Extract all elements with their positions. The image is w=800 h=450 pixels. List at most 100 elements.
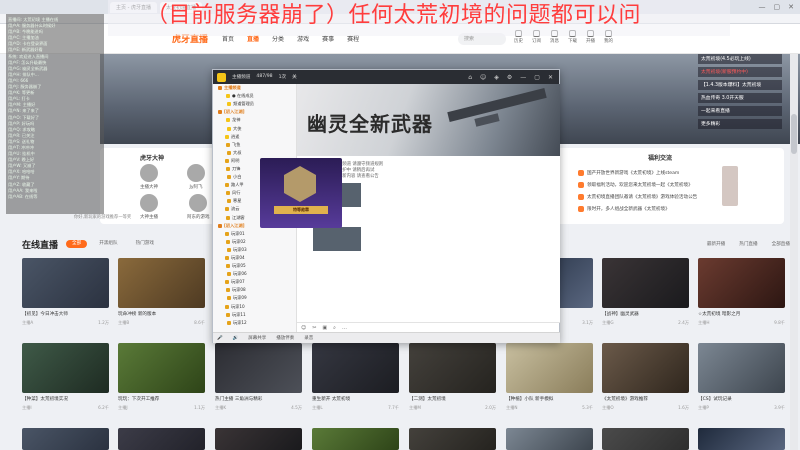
nav-item[interactable]: 直播 <box>247 36 259 43</box>
stream-thumbnail[interactable] <box>602 428 689 450</box>
stream-thumbnail[interactable] <box>409 428 496 450</box>
hero-notice[interactable]: 更多精彩 <box>698 119 782 129</box>
maximize-icon[interactable]: ▢ <box>534 74 540 81</box>
streamer-card[interactable]: Jy阿飞 <box>187 164 205 190</box>
stream-thumbnail[interactable] <box>22 428 109 450</box>
game-icon[interactable]: ◈ <box>494 74 499 81</box>
streamer-name[interactable]: 主播L <box>312 405 323 411</box>
mic-icon[interactable]: 🎤 <box>217 336 223 341</box>
stream-title[interactable]: 玩命冲榜 新的版本 <box>118 311 205 317</box>
stream-title[interactable]: 【初见】今日冲击大师 <box>22 311 109 317</box>
member-item[interactable]: 逍遥 <box>213 133 296 141</box>
stream-thumbnail[interactable] <box>409 343 496 393</box>
streamer-card[interactable]: 大神主播 <box>140 194 158 220</box>
client-avatar[interactable] <box>217 72 226 82</box>
stream-thumbnail[interactable] <box>312 343 399 393</box>
hero-notice[interactable]: 一起来看直播 <box>698 106 782 116</box>
news-item[interactable]: 太荒初境直播团队邀请《太荒初境》游戏体验活动公告 <box>578 194 697 200</box>
hero-notice[interactable]: 太荒初境(4.5必玩上线) <box>698 54 782 64</box>
chat-client-window[interactable]: 主播频道 487/98 1次关 ⌂ ☺ ◈ ⚙ — ▢ ✕ 主播频道 ● 在线成员频… <box>212 69 560 343</box>
scissors-icon[interactable]: ✂ <box>312 325 316 331</box>
stream-title[interactable]: ☆太荒初境 暗影之月 <box>698 311 785 317</box>
stream-thumbnail[interactable] <box>312 428 399 450</box>
screen-share-button[interactable]: 屏幕共享 <box>248 335 266 341</box>
stream-card[interactable]: 【初见】今日冲击大师 主播A 1.2万 <box>22 258 109 334</box>
page-scrollbar[interactable] <box>790 54 798 450</box>
scrollbar-thumb[interactable] <box>791 114 797 154</box>
streamer-name[interactable]: 主播O <box>602 405 614 411</box>
image-icon[interactable]: ▣ <box>322 325 327 331</box>
live-sort-option[interactable]: 热门直播 <box>739 241 757 247</box>
stream-title[interactable]: 【CS】试玩记录 <box>698 396 785 402</box>
news-item[interactable]: 国产开放世界新游戏《太荒初境》上线steam <box>578 170 679 176</box>
message-input-toolbar[interactable]: ☺ ✂ ▣ ⌕… <box>297 322 560 332</box>
stream-thumbnail[interactable] <box>602 343 689 393</box>
stream-thumbnail[interactable] <box>698 258 785 308</box>
streamer-name[interactable]: 主播M <box>409 405 421 411</box>
stream-card[interactable]: 玩玩：下次开工推荐 主播J 1.1万 <box>118 343 205 419</box>
stream-thumbnail[interactable] <box>506 428 593 450</box>
member-item[interactable]: 大叔 <box>213 149 296 157</box>
minimize-icon[interactable]: — <box>759 3 766 11</box>
member-group-header[interactable]: 主播频道 <box>213 84 296 92</box>
member-item[interactable]: 玩家03 <box>213 246 296 254</box>
nav-item[interactable]: 分类 <box>272 36 284 43</box>
nav-item[interactable]: 赛事 <box>322 36 334 43</box>
more-icon[interactable]: … <box>342 325 347 331</box>
stream-title[interactable]: 玩玩：下次开工推荐 <box>118 396 205 402</box>
nav-item[interactable]: 游戏 <box>297 36 309 43</box>
hero-notice[interactable]: 太荒初境(新服预约中) <box>698 67 782 77</box>
member-item[interactable]: 玩家12 <box>213 319 296 327</box>
news-item[interactable]: 领取福利活动，欢迎您来太荒初境一起《太荒初境》 <box>578 182 693 188</box>
stream-title[interactable]: 《太荒初境》游戏推荐 <box>602 396 689 402</box>
emoji-icon[interactable]: ☺ <box>301 325 306 331</box>
close-icon[interactable]: ✕ <box>788 3 794 11</box>
member-item[interactable]: 玩家10 <box>213 303 296 311</box>
stream-title[interactable]: 【战神】幽灵武器 <box>602 311 689 317</box>
member-item[interactable]: 玩家11 <box>213 311 296 319</box>
record-button[interactable]: 录音 <box>304 335 313 341</box>
filter-tab[interactable]: 开黑组队 <box>93 240 123 248</box>
streamer-name[interactable]: 主播N <box>506 405 518 411</box>
client-banner[interactable]: 幽灵全新武器 <box>297 84 560 156</box>
news-thumbnail[interactable] <box>722 190 738 206</box>
home-icon[interactable]: ⌂ <box>468 74 472 81</box>
friends-icon[interactable]: ☺ <box>480 74 486 81</box>
live-sort-option[interactable]: 最新开播 <box>707 241 725 247</box>
speaker-icon[interactable]: 🔊 <box>233 336 239 341</box>
member-item[interactable]: ● 在线成员 <box>213 92 296 100</box>
member-item[interactable]: 大侠 <box>213 124 296 132</box>
message-image[interactable] <box>313 227 361 251</box>
stream-thumbnail[interactable] <box>22 343 109 393</box>
stream-title[interactable]: 【种植】小队 新手模拟 <box>506 396 593 402</box>
stream-thumbnail[interactable] <box>215 343 302 393</box>
streamer-name[interactable]: 主播G <box>602 320 614 326</box>
live-sort-option[interactable]: 全部直播 <box>772 241 790 247</box>
member-item[interactable]: 玩家04 <box>213 254 296 262</box>
member-item[interactable]: 玩家05 <box>213 262 296 270</box>
stream-thumbnail[interactable] <box>215 428 302 450</box>
stream-card[interactable]: 【战神】幽灵武器 主播G 2.4万 <box>602 258 689 334</box>
stream-thumbnail[interactable] <box>22 258 109 308</box>
member-item[interactable]: 飞鱼 <box>213 141 296 149</box>
stream-card[interactable]: 【二测】太荒初境 主播M 2.0万 <box>409 343 496 419</box>
stream-thumbnail[interactable] <box>698 343 785 393</box>
member-item[interactable]: 玩家02 <box>213 238 296 246</box>
minimize-icon[interactable]: — <box>520 74 526 81</box>
hero-notice[interactable]: 热血传奇 3.0开天服 <box>698 93 782 103</box>
stream-card[interactable]: ☆太荒初境 暗影之月 主播H 9.8千 <box>698 258 785 334</box>
close-icon[interactable]: ✕ <box>548 74 553 81</box>
streamer-name[interactable]: 主播A <box>22 320 33 326</box>
streamer-name[interactable]: 主播J <box>118 405 128 411</box>
stream-title[interactable]: 重生新开 太荒初境 <box>312 396 399 402</box>
streamer-name[interactable]: 主播I <box>22 405 32 411</box>
stream-card[interactable]: 玩命冲榜 新的版本 主播B 8.6千 <box>118 258 205 334</box>
streamer-card[interactable]: 阿东的游戏 <box>187 194 210 220</box>
streamer-name[interactable]: 主播H <box>698 320 710 326</box>
settings-icon[interactable]: ⚙ <box>507 74 512 81</box>
member-item[interactable]: 玩家08 <box>213 286 296 294</box>
member-group-header[interactable]: [初入江湖] <box>213 108 296 116</box>
member-item[interactable]: 龙神 <box>213 116 296 124</box>
member-item[interactable]: 玩家06 <box>213 270 296 278</box>
stream-title[interactable]: 【二测】太荒初境 <box>409 396 496 402</box>
